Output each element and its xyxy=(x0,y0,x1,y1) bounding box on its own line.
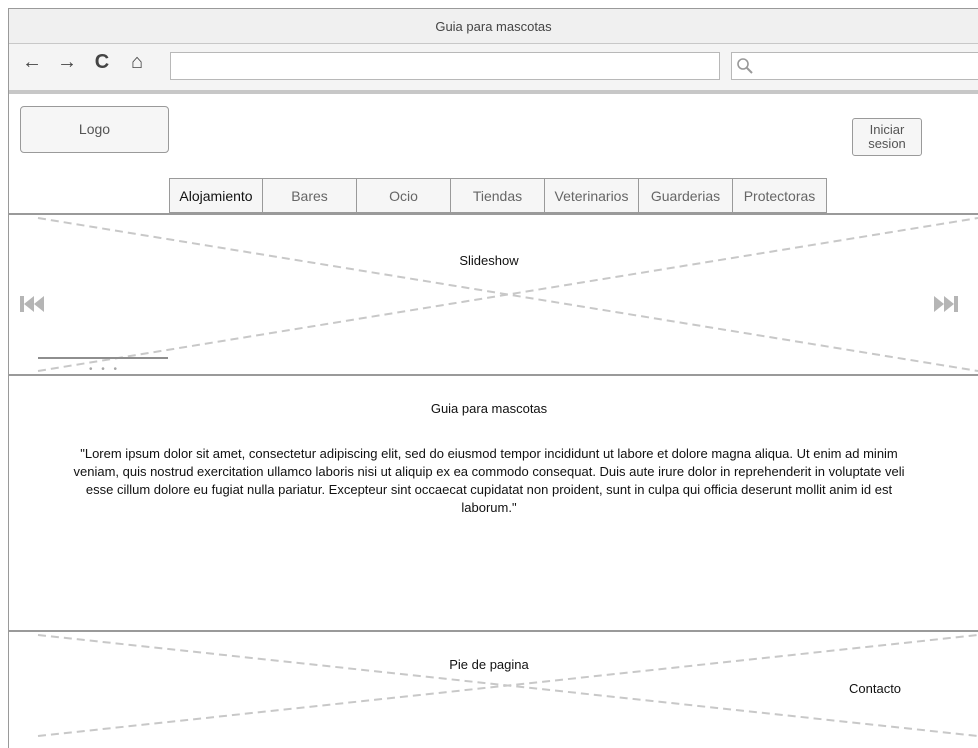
slideshow-label: Slideshow xyxy=(459,253,519,268)
footer-placeholder xyxy=(37,634,978,737)
slideshow-divider xyxy=(9,374,978,376)
previous-slide-icon[interactable] xyxy=(20,290,54,318)
tab-alojamiento[interactable]: Alojamiento xyxy=(169,178,263,213)
category-tabs: Alojamiento Bares Ocio Tiendas Veterinar… xyxy=(169,178,827,214)
window-title: Guia para mascotas xyxy=(435,19,552,34)
search-input[interactable] xyxy=(731,52,978,80)
tab-protectoras[interactable]: Protectoras xyxy=(733,178,827,213)
slideshow-placeholder xyxy=(37,217,978,372)
tab-ocio[interactable]: Ocio xyxy=(357,178,451,213)
window-titlebar: Guia para mascotas xyxy=(9,9,978,44)
slideshow-indicator-line xyxy=(38,357,168,359)
contact-link[interactable]: Contacto xyxy=(849,681,901,696)
next-slide-icon[interactable] xyxy=(930,290,964,318)
reload-icon[interactable]: C xyxy=(91,50,113,74)
search-icon xyxy=(737,58,753,74)
back-arrow-icon[interactable]: ← xyxy=(21,50,43,74)
logo-placeholder: Logo xyxy=(20,106,169,153)
home-icon[interactable]: ⌂ xyxy=(126,50,148,74)
content-text: "Lorem ipsum dolor sit amet, consectetur… xyxy=(73,446,905,515)
tab-bares[interactable]: Bares xyxy=(263,178,357,213)
toolbar-divider xyxy=(9,90,978,94)
login-label: Iniciar sesion xyxy=(868,122,906,151)
footer-title: Pie de pagina xyxy=(449,657,529,672)
tab-veterinarios[interactable]: Veterinarios xyxy=(545,178,639,213)
forward-arrow-icon[interactable]: → xyxy=(56,50,78,74)
tab-guarderias[interactable]: Guarderias xyxy=(639,178,733,213)
url-input[interactable] xyxy=(170,52,720,80)
tab-tiendas[interactable]: Tiendas xyxy=(451,178,545,213)
login-button[interactable]: Iniciar sesion xyxy=(852,118,922,156)
content-title: Guia para mascotas xyxy=(430,401,548,416)
